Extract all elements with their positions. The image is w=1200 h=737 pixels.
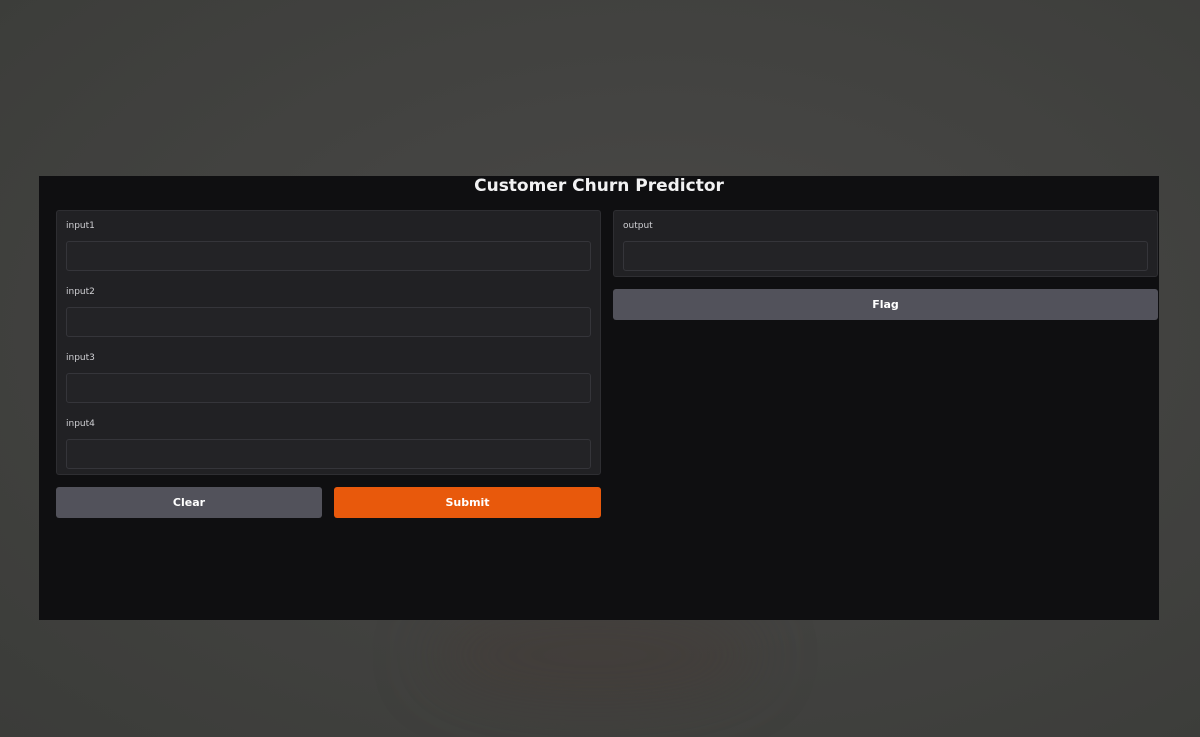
input4-label: input4 <box>66 419 95 429</box>
input3-textbox[interactable] <box>66 373 591 403</box>
input4-textbox[interactable] <box>66 439 591 469</box>
page-title: Customer Churn Predictor <box>474 176 724 196</box>
input3-label: input3 <box>66 353 95 363</box>
background-glow <box>430 610 760 700</box>
flag-button[interactable]: Flag <box>613 289 1158 320</box>
input2-label: input2 <box>66 287 95 297</box>
clear-button[interactable]: Clear <box>56 487 322 518</box>
input2-textbox[interactable] <box>66 307 591 337</box>
input1-textbox[interactable] <box>66 241 591 271</box>
input-panel: input1 input2 input3 input4 <box>56 210 601 475</box>
input4-field: input4 <box>66 418 591 469</box>
output-panel: output <box>613 210 1158 277</box>
input3-field: input3 <box>66 352 591 403</box>
input1-label: input1 <box>66 221 95 231</box>
app-window: Customer Churn Predictor input1 input2 i… <box>39 176 1159 620</box>
output-label: output <box>623 221 653 231</box>
input1-field: input1 <box>66 220 591 271</box>
output-textbox[interactable] <box>623 241 1148 271</box>
input2-field: input2 <box>66 286 591 337</box>
submit-button[interactable]: Submit <box>334 487 601 518</box>
output-field: output <box>623 220 1148 271</box>
